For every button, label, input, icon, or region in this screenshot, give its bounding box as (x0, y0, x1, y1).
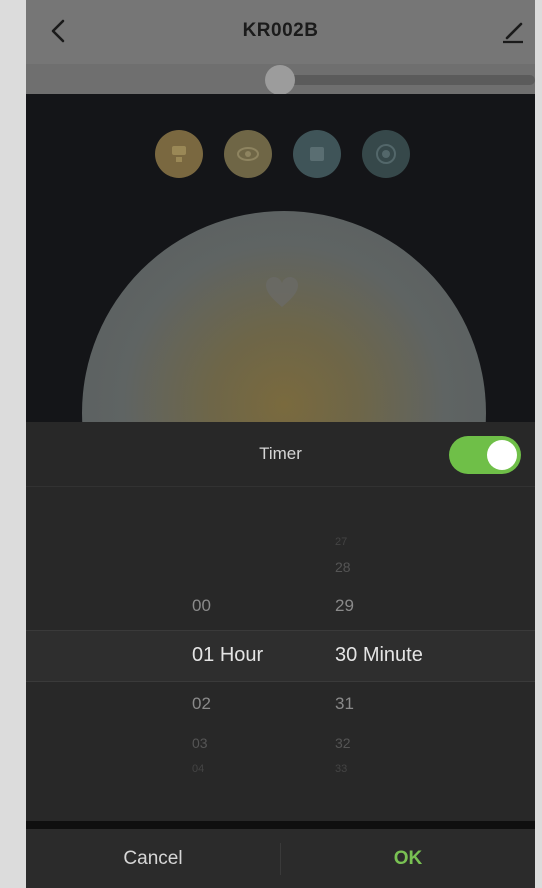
color-square-icon (310, 147, 324, 161)
brightness-slider[interactable] (26, 64, 535, 95)
hour-option[interactable]: 00 (192, 596, 211, 616)
toggle-knob (487, 440, 517, 470)
minute-option[interactable]: 28 (335, 559, 351, 575)
phone-screen: KR002B Timer 00 01 Hour 02 03 04 27 28 2… (26, 0, 535, 888)
timer-header: Timer (26, 422, 535, 487)
picker-selection-band (26, 630, 535, 682)
page-title: KR002B (242, 20, 319, 41)
timer-toggle[interactable] (449, 436, 521, 474)
target-icon (376, 144, 396, 164)
slider-track (276, 75, 535, 85)
hour-option[interactable]: 03 (192, 735, 208, 751)
sheet-divider (26, 821, 535, 829)
ok-button[interactable]: OK (281, 829, 535, 888)
minute-option[interactable]: 31 (335, 694, 354, 714)
cancel-button[interactable]: Cancel (26, 829, 280, 888)
eye-care-mode-button[interactable] (224, 130, 272, 178)
action-bar: Cancel OK (26, 829, 535, 888)
white-light-mode-button[interactable] (155, 130, 203, 178)
minute-selected[interactable]: 30 Minute (335, 644, 423, 667)
hour-selected[interactable]: 01 Hour (192, 644, 263, 667)
minute-option[interactable]: 32 (335, 735, 351, 751)
edit-pencil-icon[interactable] (501, 18, 525, 44)
lamp-icon (172, 146, 186, 162)
minute-unit: Minute (362, 644, 423, 666)
hour-unit: Hour (219, 644, 264, 666)
top-nav-bar: KR002B (26, 0, 535, 64)
hour-value: 01 (192, 644, 215, 666)
hour-option[interactable]: 02 (192, 694, 211, 714)
minute-option[interactable]: 27 (335, 536, 347, 548)
minute-option[interactable]: 33 (335, 763, 347, 775)
color-mode-button[interactable] (293, 130, 341, 178)
eye-icon (237, 147, 259, 161)
slider-thumb[interactable] (265, 65, 295, 95)
scene-mode-button[interactable] (362, 130, 410, 178)
minute-value: 30 (335, 644, 358, 666)
timer-sheet: Timer 00 01 Hour 02 03 04 27 28 29 30 Mi… (26, 422, 535, 888)
hour-option[interactable]: 04 (192, 763, 204, 775)
minute-option[interactable]: 29 (335, 596, 354, 616)
heart-icon (266, 277, 298, 307)
